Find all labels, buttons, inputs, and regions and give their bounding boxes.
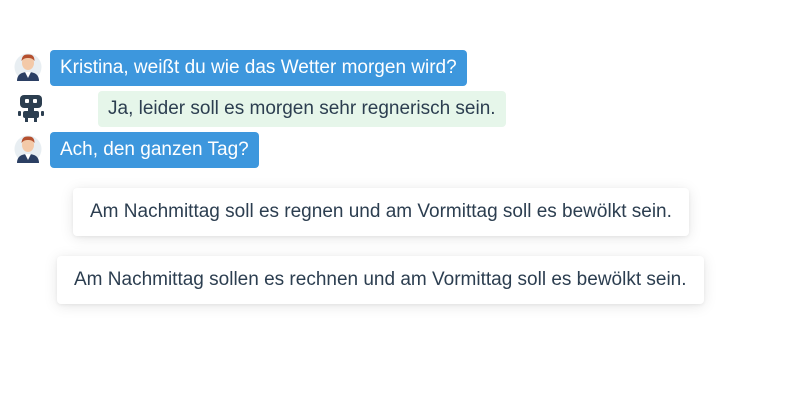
- robot-avatar-icon: [17, 92, 45, 124]
- user-avatar-icon: [14, 132, 42, 164]
- user-message-bubble: Ach, den ganzen Tag?: [50, 132, 259, 168]
- bot-message-bubble: Ja, leider soll es morgen sehr regnerisc…: [98, 91, 506, 127]
- user-avatar-icon: [14, 50, 42, 82]
- reply-option-button[interactable]: Am Nachmittag soll es regnen und am Vorm…: [73, 188, 689, 236]
- chat-window: Kristina, weißt du wie das Wetter morgen…: [0, 0, 800, 400]
- reply-option-button[interactable]: Am Nachmittag sollen es rechnen und am V…: [57, 256, 704, 304]
- user-message-bubble: Kristina, weißt du wie das Wetter morgen…: [50, 50, 467, 86]
